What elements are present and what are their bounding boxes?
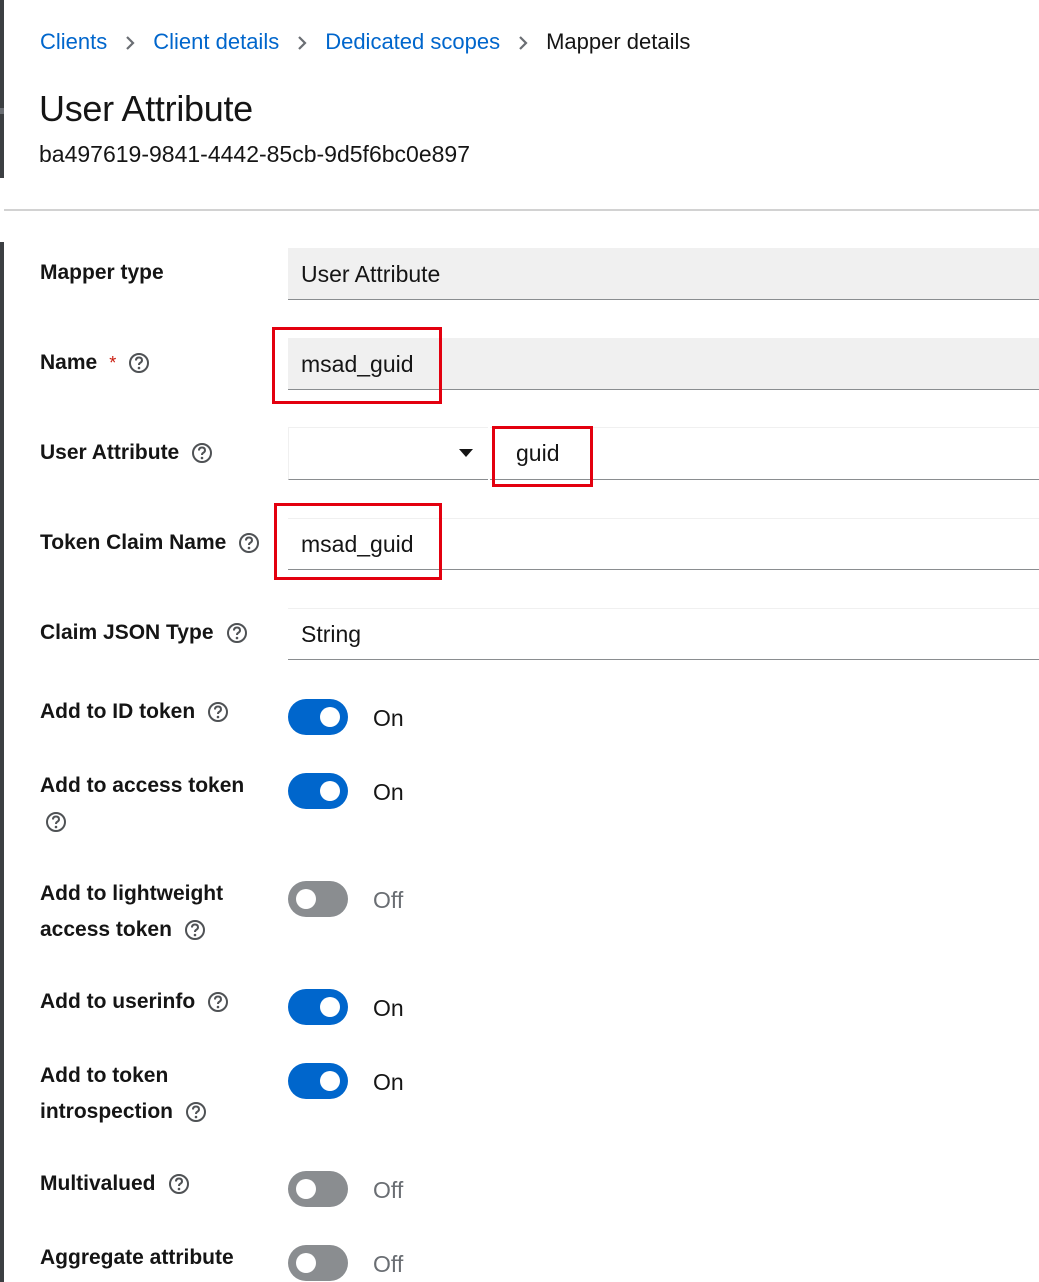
aggregate-attribute-switch[interactable] — [288, 1245, 348, 1281]
switch-knob — [320, 1071, 340, 1091]
mapper-id: ba497619-9841-4442-85cb-9d5f6bc0e897 — [39, 141, 470, 167]
aggregate-attribute-label: Aggregate attribute — [40, 1246, 234, 1269]
help-icon[interactable] — [207, 701, 229, 723]
chevron-right-icon — [107, 29, 153, 55]
add-to-lightweight-switch[interactable] — [288, 881, 348, 917]
help-icon[interactable] — [226, 622, 248, 644]
multivalued-switch[interactable] — [288, 1171, 348, 1207]
user-attribute-input[interactable]: guid — [490, 427, 1039, 480]
add-to-access-token-label: Add to access token — [40, 774, 245, 797]
mapper-type-label: Mapper type — [40, 261, 164, 284]
add-to-introspection-label-line2: introspection — [40, 1100, 207, 1124]
name-label: Name * — [40, 351, 150, 375]
name-field[interactable]: msad_guid — [288, 338, 1039, 390]
help-icon[interactable] — [191, 442, 213, 464]
required-marker: * — [109, 352, 117, 373]
add-to-lightweight-label-line1: Add to lightweight — [40, 882, 224, 905]
add-to-access-token-help-row — [33, 811, 67, 833]
add-to-lightweight-label-line2: access token — [40, 918, 206, 942]
switch-knob — [320, 707, 340, 727]
chevron-right-icon — [279, 29, 325, 55]
add-to-introspection-label-line1: Add to token — [40, 1064, 169, 1087]
caret-down-icon — [458, 445, 474, 463]
help-icon[interactable] — [207, 991, 229, 1013]
add-to-access-token-switch[interactable] — [288, 773, 348, 809]
header-divider — [4, 209, 1039, 211]
user-attribute-label: User Attribute — [40, 441, 213, 465]
add-to-id-token-switch[interactable] — [288, 699, 348, 735]
add-to-userinfo-state: On — [373, 995, 404, 1021]
switch-knob — [320, 997, 340, 1017]
switch-knob — [296, 1179, 316, 1199]
breadcrumb: Clients Client details Dedicated scopes … — [40, 28, 690, 56]
breadcrumb-dedicated-scopes[interactable]: Dedicated scopes — [325, 29, 500, 55]
token-claim-name-label: Token Claim Name — [40, 531, 260, 555]
mapper-type-field: User Attribute — [288, 248, 1039, 300]
breadcrumb-current: Mapper details — [546, 29, 691, 54]
add-to-userinfo-label: Add to userinfo — [40, 990, 229, 1014]
help-icon[interactable] — [238, 532, 260, 554]
breadcrumb-clients[interactable]: Clients — [40, 29, 107, 55]
left-edge-marker — [0, 108, 4, 114]
multivalued-label: Multivalued — [40, 1172, 190, 1196]
help-icon[interactable] — [128, 352, 150, 374]
add-to-lightweight-state: Off — [373, 887, 404, 913]
claim-json-type-select[interactable]: String — [288, 608, 1039, 660]
user-attribute-select[interactable] — [288, 427, 488, 480]
add-to-introspection-state: On — [373, 1069, 404, 1095]
switch-knob — [296, 889, 316, 909]
help-icon[interactable] — [184, 919, 206, 941]
add-to-introspection-switch[interactable] — [288, 1063, 348, 1099]
add-to-id-token-label: Add to ID token — [40, 700, 229, 724]
token-claim-name-input[interactable]: msad_guid — [288, 518, 1039, 570]
help-icon[interactable] — [168, 1173, 190, 1195]
add-to-access-token-state: On — [373, 779, 404, 805]
add-to-id-token-state: On — [373, 705, 404, 731]
aggregate-attribute-state: Off — [373, 1251, 404, 1277]
help-icon[interactable] — [45, 811, 67, 833]
chevron-right-icon — [500, 29, 546, 55]
multivalued-state: Off — [373, 1177, 404, 1203]
add-to-userinfo-switch[interactable] — [288, 989, 348, 1025]
page-title: User Attribute — [39, 88, 253, 129]
switch-knob — [296, 1253, 316, 1273]
claim-json-type-label: Claim JSON Type — [40, 621, 248, 645]
help-icon[interactable] — [185, 1101, 207, 1123]
switch-knob — [320, 781, 340, 801]
breadcrumb-client-details[interactable]: Client details — [153, 29, 279, 55]
